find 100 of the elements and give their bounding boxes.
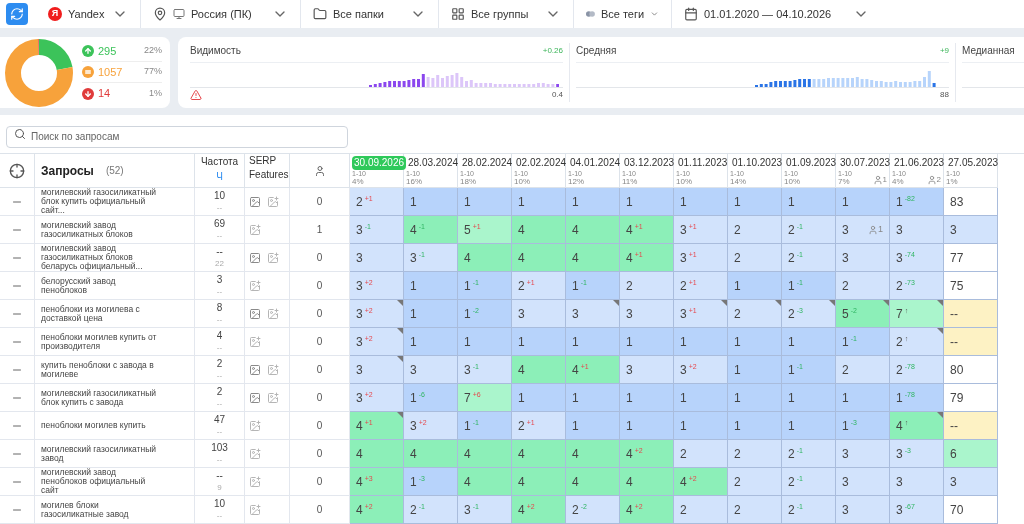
position-cell: 1	[674, 188, 728, 216]
position-cell: 2	[728, 244, 782, 272]
position-cell: 77	[944, 244, 998, 272]
watchers-count: 1	[872, 174, 887, 186]
share-label: 12%	[568, 178, 584, 186]
metric-title: Средняя	[576, 44, 617, 58]
position-cell: 1	[566, 412, 620, 440]
query-text: могилевский газосиликатный блок купить официальный сайт...	[41, 188, 158, 215]
refresh-button[interactable]	[6, 3, 28, 25]
position-cell: 1	[728, 328, 782, 356]
share-label: 18%	[460, 178, 476, 186]
folder-icon	[313, 7, 327, 21]
donut-chart	[4, 37, 74, 108]
serp-header: SERP Features	[249, 154, 289, 182]
search-field[interactable]: Поиск по запросам	[6, 125, 348, 148]
image-icon	[249, 195, 261, 208]
position-cell: --	[944, 328, 998, 356]
position-cell: 4	[458, 468, 512, 496]
position-cell: 80	[944, 356, 998, 384]
position-cell: 3	[836, 496, 890, 524]
users-count: 0	[316, 195, 323, 209]
position-cell: 1	[404, 188, 458, 216]
share-label: 7%	[838, 178, 851, 186]
date-range-dropdown[interactable]: 01.01.2020 — 04.10.2026	[672, 0, 882, 28]
position-cell: 1	[782, 384, 836, 412]
share-label: 10%	[784, 178, 800, 186]
engine-dropdown[interactable]: Я Yandex	[36, 0, 141, 28]
region-dropdown[interactable]: Россия (ПК)	[141, 0, 301, 28]
position-cell: 1	[782, 412, 836, 440]
share-label: 4%	[892, 178, 905, 186]
query-text: могилевский завод газосиликатных блоков беларусь официальный...	[41, 244, 144, 271]
queries-count: (52)	[105, 164, 124, 178]
position-cell: 6	[944, 440, 998, 468]
tags-dropdown[interactable]: Все теги	[574, 0, 672, 28]
query-text: могилевский завод пеноблоков официальный сайт	[41, 468, 147, 495]
legend-share: 22%	[144, 44, 162, 58]
crosshair-icon[interactable]	[9, 162, 25, 179]
image-icon	[249, 391, 261, 404]
queries-title: Запросы	[41, 162, 94, 180]
position-cell: 1	[566, 384, 620, 412]
position-cell: 3	[512, 300, 566, 328]
position-cell: 4	[458, 440, 512, 468]
position-cell: 70	[944, 496, 998, 524]
query-text: могилевский газосиликатный завод	[41, 444, 158, 463]
users-count: 0	[316, 447, 323, 461]
share-label: 16%	[406, 178, 422, 186]
frequency-value: 2	[216, 386, 223, 398]
image-plus-icon	[267, 195, 279, 208]
position-cell: 1	[836, 188, 890, 216]
image-plus-icon	[249, 223, 261, 236]
position-cell: 4	[512, 440, 566, 468]
query-text: могилевский завод газосиликатных блоков	[41, 220, 134, 239]
frequency-value: 103	[211, 442, 228, 454]
position-cell: 1	[512, 328, 566, 356]
users-count: 0	[316, 419, 323, 433]
position-cell: 1	[512, 384, 566, 412]
frequency-sub: 22	[215, 258, 224, 270]
image-plus-icon	[267, 363, 279, 376]
frequency-value: 10	[213, 190, 226, 202]
folders-dropdown[interactable]: Все папки	[301, 0, 439, 28]
frequency-value: 47	[213, 414, 226, 426]
query-text: пеноблоки могилев купить	[41, 421, 147, 430]
position-cell: 2	[674, 440, 728, 468]
users-count: 0	[316, 503, 323, 517]
grid-icon	[451, 7, 465, 21]
position-cell: --	[944, 300, 998, 328]
image-plus-icon	[249, 447, 261, 460]
position-cell: 1	[404, 328, 458, 356]
position-cell: 4	[512, 356, 566, 384]
metric-title: Медианная	[962, 44, 1015, 58]
groups-dropdown[interactable]: Все группы	[439, 0, 574, 28]
position-cell: 1	[836, 384, 890, 412]
position-cell: 2	[674, 496, 728, 524]
position-cell: 3	[944, 216, 998, 244]
position-cell: 2	[836, 272, 890, 300]
image-plus-icon	[249, 279, 261, 292]
frequency-value: --	[216, 246, 223, 258]
image-plus-icon	[249, 335, 261, 348]
position-cell: 3	[890, 216, 944, 244]
position-cell: 3	[566, 300, 620, 328]
frequency-value: 3	[216, 274, 223, 286]
metric-change: +9	[939, 44, 949, 57]
position-cell: 4	[350, 440, 404, 468]
position-cell: 1	[674, 328, 728, 356]
share-label: 10%	[676, 178, 692, 186]
position-cell: 4	[566, 216, 620, 244]
position-cell: 1	[512, 188, 566, 216]
position-cell: 1	[458, 188, 512, 216]
position-cell: 4	[620, 468, 674, 496]
frequency-sub: --	[216, 342, 223, 354]
position-cell: 4	[512, 468, 566, 496]
location-pin-icon	[153, 7, 167, 21]
frequency-sub: --	[216, 454, 223, 466]
metric-value: 0.4	[551, 89, 563, 102]
frequency-unit[interactable]: Ч	[216, 169, 223, 184]
position-cell: 4	[566, 468, 620, 496]
engine-logo: Я	[48, 7, 62, 21]
search-icon	[14, 128, 26, 140]
image-plus-icon	[267, 251, 279, 264]
share-label: 4%	[352, 178, 365, 186]
